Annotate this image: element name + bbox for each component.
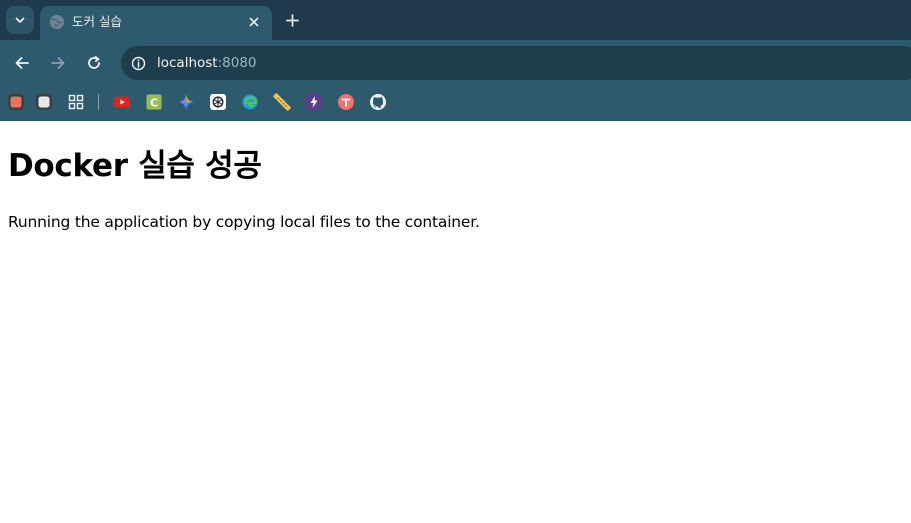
forward-button[interactable]	[46, 51, 70, 75]
url-text[interactable]: localhost:8080	[157, 54, 257, 72]
gemini-sparkle-icon	[178, 94, 194, 110]
tab-title: 도커 실습	[72, 14, 122, 29]
arrow-right-icon	[51, 57, 65, 69]
bookmark-chatgpt[interactable]	[208, 92, 228, 112]
address-bar[interactable]: localhost:8080	[121, 46, 911, 80]
back-button[interactable]	[10, 51, 34, 75]
tab-close-button[interactable]	[245, 13, 263, 31]
new-tab-button[interactable]	[282, 10, 302, 30]
site-info-button[interactable]	[128, 53, 148, 73]
tab-search-button[interactable]	[6, 6, 34, 34]
red-square-app-icon	[8, 94, 24, 110]
bookmark-github[interactable]	[368, 92, 388, 112]
chatgpt-icon	[210, 94, 226, 110]
bookmark-youtube[interactable]	[112, 92, 132, 112]
lightning-icon	[306, 94, 322, 110]
info-icon	[131, 56, 145, 70]
ruler-icon	[273, 93, 291, 111]
chevron-down-icon	[15, 17, 25, 23]
youtube-icon	[114, 96, 130, 108]
white-square-app-icon	[36, 94, 52, 110]
bookmark-white-app[interactable]	[34, 92, 54, 112]
bookmark-ruler[interactable]	[272, 92, 292, 112]
c-letter-icon: C	[146, 94, 162, 110]
bookmark-separator	[98, 94, 99, 110]
arrow-left-icon	[15, 57, 29, 69]
page-heading: Docker 실습 성공	[8, 148, 262, 184]
bookmark-c[interactable]: C	[144, 92, 164, 112]
tab-strip: 도커 실습	[0, 0, 911, 40]
t-badge-icon	[338, 94, 354, 110]
url-host: localhost	[157, 55, 218, 71]
bookmark-red-app[interactable]	[6, 92, 26, 112]
reload-icon	[88, 55, 100, 69]
edge-icon	[242, 94, 258, 110]
bookmark-t-badge[interactable]	[336, 92, 356, 112]
apps-grid-icon	[68, 94, 84, 110]
plus-icon	[285, 13, 299, 27]
github-icon	[370, 94, 386, 110]
bookmark-lightning[interactable]	[304, 92, 324, 112]
bookmark-edge[interactable]	[240, 92, 260, 112]
svg-text:C: C	[150, 97, 158, 110]
bookmark-apps[interactable]	[66, 92, 86, 112]
tab-active[interactable]: 도커 실습	[40, 6, 272, 40]
page-paragraph: Running the application by copying local…	[8, 213, 480, 231]
bookmark-gemini[interactable]	[176, 92, 196, 112]
close-icon	[249, 17, 259, 27]
bookmarks-bar: C	[0, 86, 911, 121]
browser-toolbar: localhost:8080	[0, 40, 911, 86]
globe-icon	[50, 15, 64, 29]
reload-button[interactable]	[82, 51, 106, 75]
url-port: :8080	[217, 55, 257, 71]
page-content: Docker 실습 성공 Running the application by …	[0, 121, 911, 523]
